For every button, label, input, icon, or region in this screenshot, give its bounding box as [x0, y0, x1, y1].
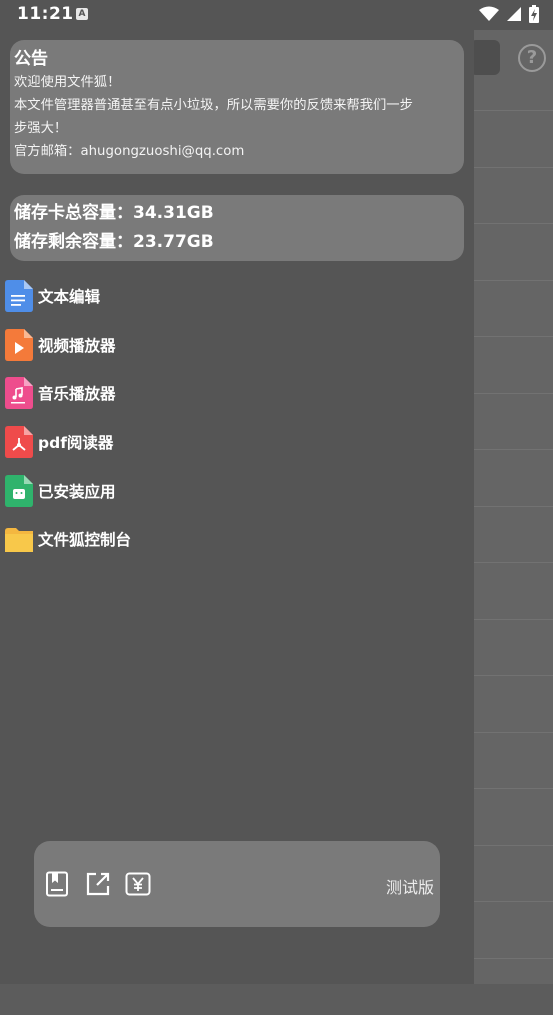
signal-icon	[507, 7, 521, 21]
share-icon[interactable]	[85, 871, 111, 897]
notice-line: 欢迎使用文件狐！	[14, 75, 121, 90]
background-search-box	[470, 40, 500, 75]
bottom-action-bar: 测试版	[34, 841, 440, 927]
menu-item-label: 已安装应用	[38, 482, 116, 501]
notification-icon: A	[76, 8, 88, 20]
background-list-row	[474, 392, 553, 450]
background-list-row	[474, 957, 553, 1015]
status-icons	[479, 5, 539, 23]
background-list-row	[474, 279, 553, 337]
menu-item-label: 文件狐控制台	[38, 531, 132, 550]
pdf-file-icon	[5, 426, 33, 459]
menu-item-console[interactable]: 文件狐控制台	[0, 515, 474, 564]
background-list-row	[474, 788, 553, 845]
navigation-drawer: 公告 欢迎使用文件狐！ 本文件管理器普通甚至有点小垃圾，所以需要你的反馈来帮我们…	[0, 0, 474, 984]
storage-free: 储存剩余容量：23.77GB	[14, 232, 214, 252]
notice-title: 公告	[14, 49, 48, 69]
menu-item-video-player[interactable]: 视频播放器	[0, 321, 474, 370]
text-file-icon	[5, 280, 33, 313]
menu-item-text-editor[interactable]: 文本编辑	[0, 272, 474, 321]
storage-card: 储存卡总容量：34.31GB 储存剩余容量：23.77GB	[10, 195, 464, 261]
battery-icon	[529, 5, 539, 23]
notice-card: 公告 欢迎使用文件狐！ 本文件管理器普通甚至有点小垃圾，所以需要你的反馈来帮我们…	[10, 40, 464, 174]
menu-item-label: 文本编辑	[38, 288, 101, 307]
background-list-row	[474, 675, 553, 732]
help-icon[interactable]: ?	[518, 44, 546, 72]
background-list-row	[474, 901, 553, 958]
background-list-row	[474, 618, 553, 676]
status-bar: 11:21 A	[0, 0, 553, 30]
notice-line: 本文件管理器普通甚至有点小垃圾，所以需要你的反馈来帮我们一步	[14, 98, 413, 113]
menu-item-label: pdf阅读器	[38, 434, 114, 453]
drawer-menu: 文本编辑 视频播放器 音乐播放器 pdf阅读器 已安装应用 文件狐控制台	[0, 272, 474, 564]
status-time: 11:21	[17, 4, 74, 24]
music-file-icon	[5, 377, 33, 410]
background-list-row	[474, 336, 553, 393]
background-list-row	[474, 562, 553, 619]
background-list-row	[474, 166, 553, 224]
background-list-row	[474, 449, 553, 506]
background-list-row	[474, 223, 553, 280]
notice-line: 步强大！	[14, 121, 68, 136]
book-icon[interactable]	[44, 871, 70, 897]
menu-item-label: 音乐播放器	[38, 385, 116, 404]
menu-item-pdf-reader[interactable]: pdf阅读器	[0, 418, 474, 467]
folder-icon	[5, 528, 33, 553]
background-list-row	[474, 505, 553, 563]
menu-item-label: 视频播放器	[38, 336, 116, 355]
apk-file-icon	[5, 474, 33, 507]
background-list-row	[474, 731, 553, 789]
wifi-icon	[479, 6, 499, 21]
storage-total: 储存卡总容量：34.31GB	[14, 203, 214, 223]
background-list-row	[474, 110, 553, 167]
yen-icon[interactable]	[125, 871, 151, 897]
menu-item-music-player[interactable]: 音乐播放器	[0, 369, 474, 418]
notice-email: 官方邮箱：ahugongzuoshi@qq.com	[14, 144, 245, 159]
background-list-row	[474, 844, 553, 902]
menu-item-installed-apps[interactable]: 已安装应用	[0, 466, 474, 515]
version-label: 测试版	[385, 878, 434, 897]
video-file-icon	[5, 328, 33, 361]
